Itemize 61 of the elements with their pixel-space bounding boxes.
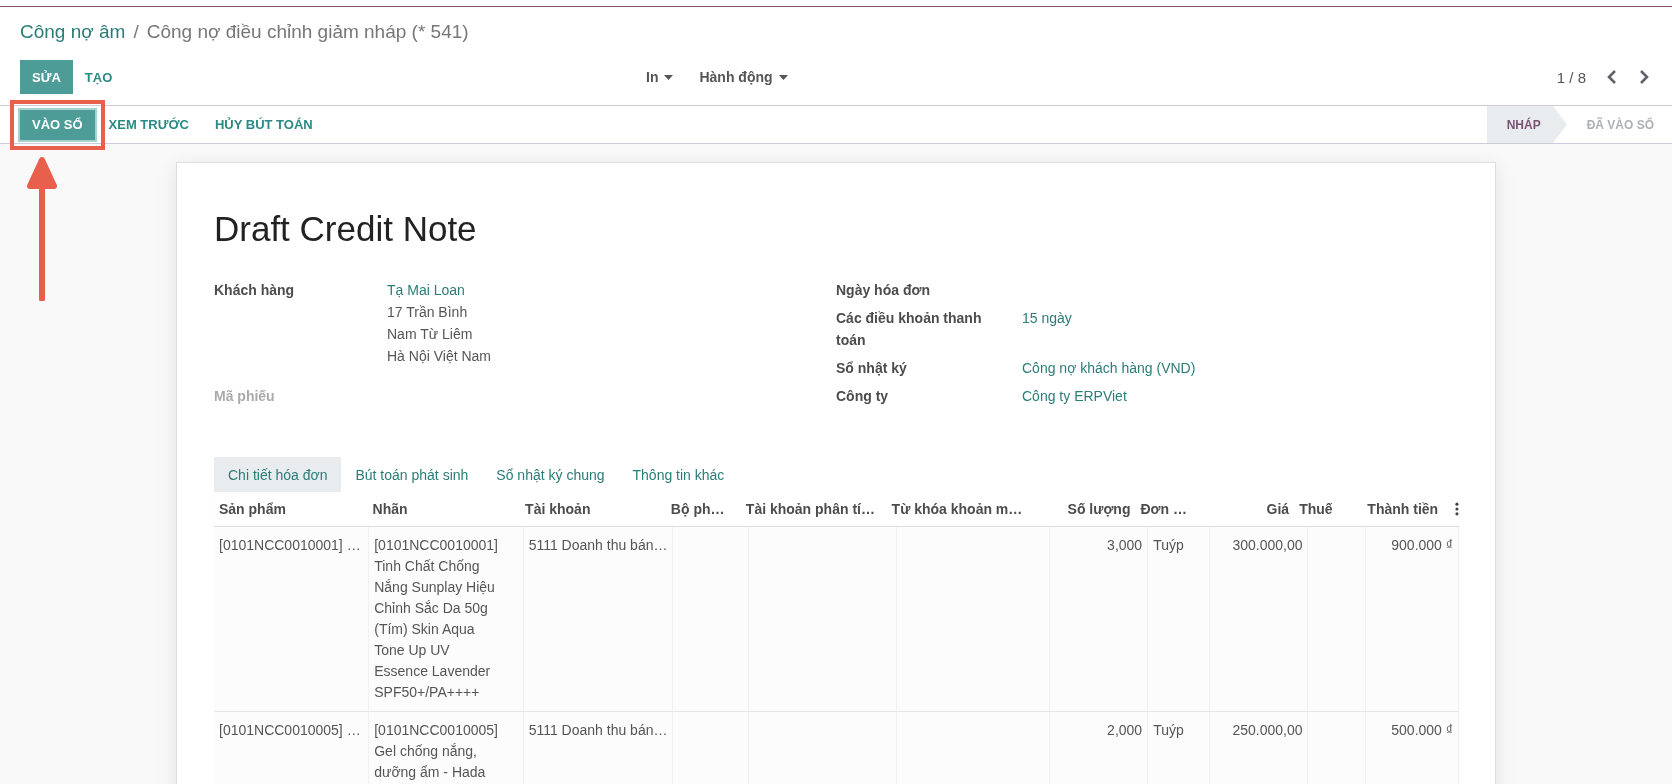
- column-header[interactable]: Thành tiền: [1350, 501, 1444, 517]
- field-label: Các điều khoản thanh toán: [836, 309, 983, 350]
- column-header[interactable]: Số lượng: [1038, 501, 1136, 517]
- table-cell: 5111 Doanh thu bán…: [528, 722, 668, 738]
- column-header[interactable]: Đơn …: [1135, 501, 1197, 517]
- tab[interactable]: Thông tin khác: [618, 457, 739, 492]
- table-cell: 250.000,00: [1232, 722, 1303, 738]
- table-cell: Tuýp: [1153, 537, 1184, 553]
- table-cell: [0101NCC0010001] …: [219, 537, 361, 553]
- action-link[interactable]: XEM TRƯỚC: [96, 109, 201, 140]
- table-cell: 900.000 ₫: [1391, 537, 1453, 553]
- field-label: Mã phiếu: [214, 387, 276, 406]
- caret-icon: [778, 74, 788, 80]
- table-cell: 500.000 ₫: [1391, 722, 1453, 738]
- column-header[interactable]: Bộ ph…: [665, 501, 741, 517]
- customer-link[interactable]: Tạ Mai Loan: [387, 279, 491, 301]
- more-options-icon[interactable]: [1455, 502, 1459, 516]
- field-label: Công ty: [836, 387, 890, 406]
- arrow-icon: [27, 156, 57, 301]
- table-cell: [0101NCC0010005] Gel chống nắng, dưỡng ẩm - Hada: [374, 722, 498, 780]
- field-value-link[interactable]: 15 ngày: [1022, 307, 1072, 329]
- pager-counter: 1 / 8: [1556, 68, 1586, 86]
- chevron-icon: [1552, 106, 1567, 143]
- column-header[interactable]: Thuế: [1294, 501, 1351, 517]
- document-title: Draft Credit Note: [214, 209, 478, 249]
- address-line: 17 Trần Bình: [387, 303, 469, 322]
- tab[interactable]: Bút toán phát sinh: [341, 457, 483, 492]
- field-label: Khách hàng: [214, 281, 296, 300]
- field-label: Ngày hóa đơn: [836, 281, 931, 300]
- table-cell: 5111 Doanh thu bán…: [528, 537, 668, 553]
- tab[interactable]: Sổ nhật ký chung: [482, 457, 619, 492]
- next-icon[interactable]: [1638, 69, 1650, 85]
- dropdown-button[interactable]: In: [640, 68, 680, 86]
- previous-icon[interactable]: [1606, 69, 1618, 85]
- post-button[interactable]: VÀO SỔ: [20, 109, 95, 140]
- action-link[interactable]: HỦY BÚT TOÁN: [202, 109, 325, 140]
- column-header[interactable]: Giá: [1196, 501, 1295, 517]
- dropdown-button[interactable]: Hành động: [693, 68, 794, 86]
- column-header[interactable]: Tài khoản: [520, 501, 666, 517]
- table-cell: [0101NCC0010001] Tinh Chất Chống Nắng Sunplay Hiệu Chỉnh Sắc Da 50g (Tím) Skin Aqua Tone Up UV Essence Lavender SPF50+/PA++++: [374, 537, 498, 700]
- table-cell: 300.000,00: [1232, 537, 1303, 553]
- table-cell: 3,000: [1107, 537, 1143, 553]
- breadcrumb-link[interactable]: Công nợ âm: [20, 21, 126, 43]
- column-header[interactable]: Từ khóa khoản m…: [886, 501, 1039, 517]
- caret-icon: [664, 74, 674, 80]
- column-header[interactable]: Nhãn: [367, 501, 521, 517]
- table-cell: [0101NCC0010005] …: [219, 722, 361, 738]
- field-value-link[interactable]: Công nợ khách hàng (VND): [1022, 357, 1196, 379]
- column-header[interactable]: Sản phẩm: [214, 501, 368, 517]
- field-value-link[interactable]: Công ty ERPViet: [1022, 385, 1127, 407]
- breadcrumb-separator: /: [133, 21, 139, 43]
- create-button[interactable]: TẠO: [72, 60, 125, 94]
- address-line: Nam Từ Liêm: [387, 325, 474, 344]
- breadcrumb-current: Công nợ điều chỉnh giảm nháp (* 541): [146, 21, 469, 43]
- edit-button[interactable]: SỬA: [20, 60, 73, 94]
- table-cell: Tuýp: [1153, 722, 1184, 738]
- tab[interactable]: Chi tiết hóa đơn: [214, 457, 342, 492]
- table-cell: 2,000: [1107, 722, 1143, 738]
- address-line: Hà Nội Việt Nam: [387, 347, 491, 366]
- field-label: Sổ nhật ký: [836, 359, 908, 378]
- column-header[interactable]: Tài khoản phân tí…: [740, 501, 887, 517]
